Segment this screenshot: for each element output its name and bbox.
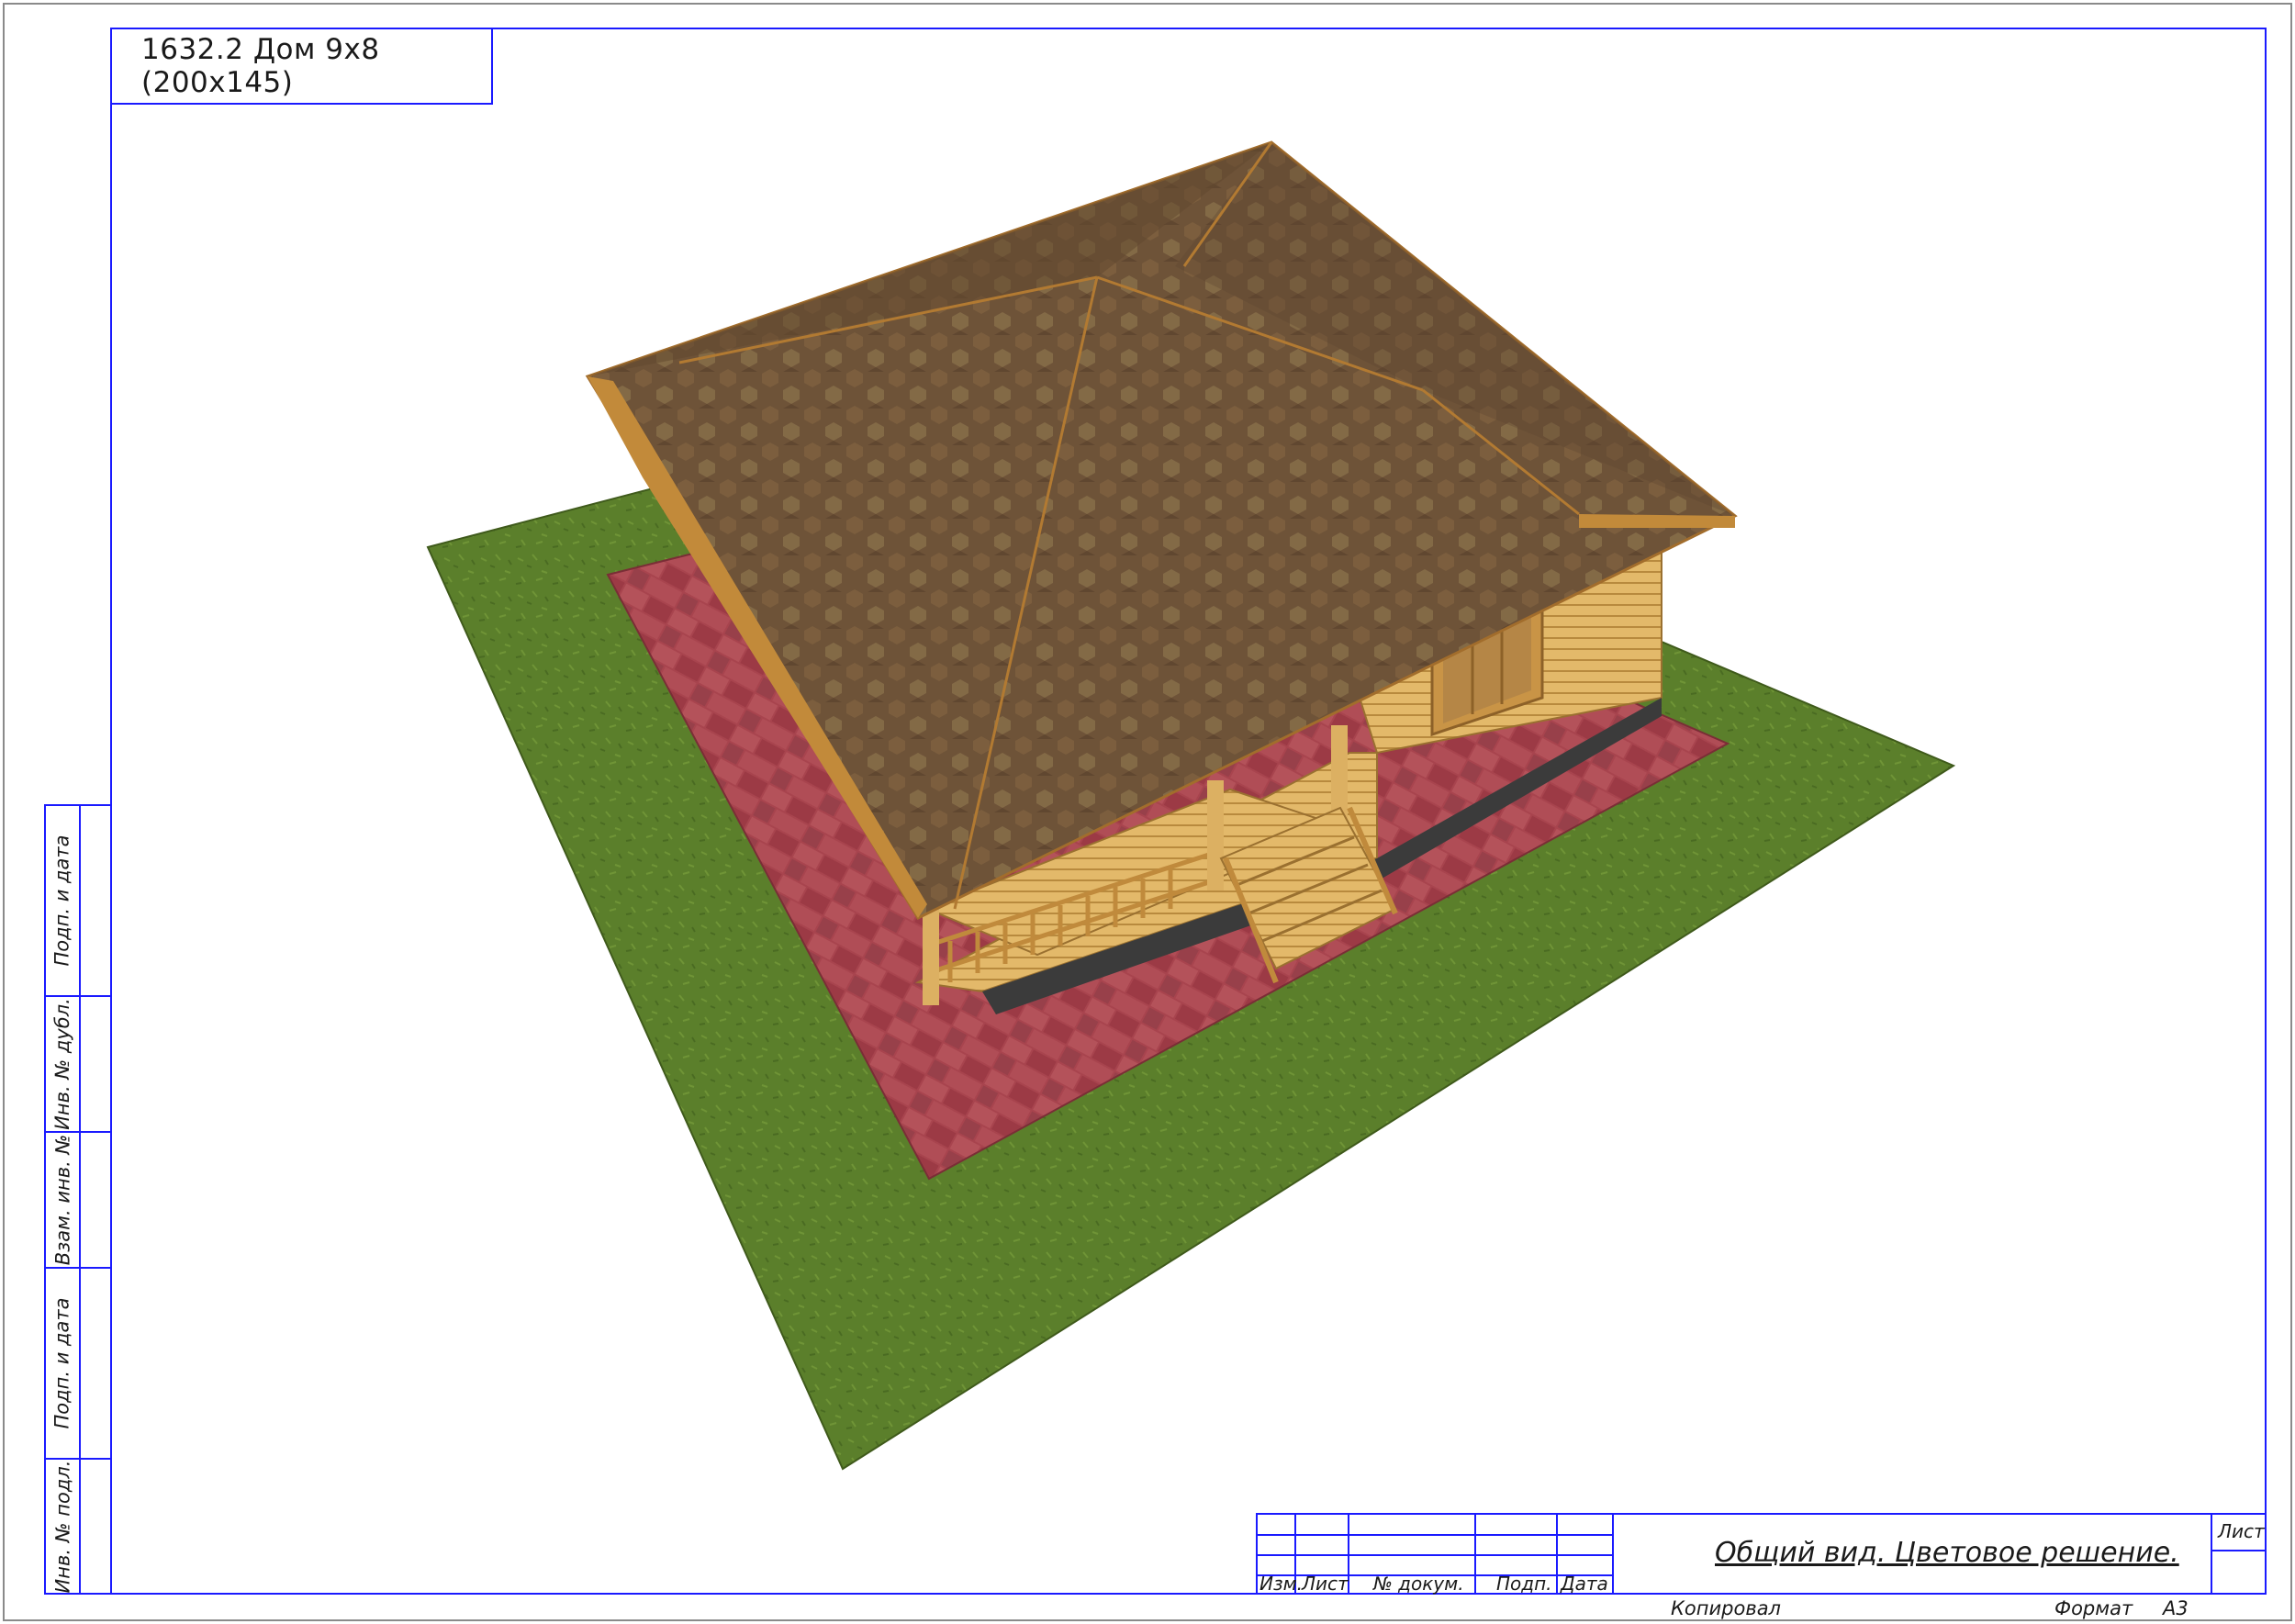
col-label-doc-no: № докум. — [1373, 1573, 1464, 1595]
title-block: Изм. Лист № докум. Подп. Дата Общий вид.… — [1256, 1513, 2267, 1595]
strip-label: Инв. № подл. — [51, 1460, 74, 1593]
strip-label: Взам. инв. № — [51, 1134, 73, 1266]
format-value: А3 — [2163, 1597, 2189, 1619]
strip-cell-orig-inv: Инв. № подл. — [44, 1458, 110, 1595]
col-label-date: Дата — [1561, 1573, 1608, 1595]
porch-post — [1207, 780, 1224, 890]
strip-label: Подп. и дата — [51, 1297, 73, 1429]
side-margin-strip: Подп. и дата Инв. № дубл. Взам. инв. № П… — [44, 804, 110, 1595]
house-render — [426, 140, 1956, 1471]
document-title: Общий вид. Цветовое решение. — [1715, 1537, 2179, 1569]
copied-label: Копировал — [1671, 1597, 1781, 1619]
strip-cell-dup-inv: Инв. № дубл. — [44, 995, 110, 1133]
strip-cell-sign-date-2: Подп. и дата — [44, 1267, 110, 1460]
strip-label: Подп. и дата — [51, 834, 73, 967]
format-label: Формат — [2054, 1597, 2133, 1619]
sheet-label: Лист — [2218, 1520, 2265, 1542]
strip-label: Инв. № дубл. — [51, 998, 73, 1130]
col-label-change: Изм. — [1259, 1573, 1304, 1595]
strip-cell-replace-inv: Взам. инв. № — [44, 1131, 110, 1269]
strip-cell-sign-date-1: Подп. и дата — [44, 804, 110, 997]
col-label-sign: Подп. — [1496, 1573, 1552, 1595]
col-label-sheet: Лист — [1302, 1573, 1349, 1595]
